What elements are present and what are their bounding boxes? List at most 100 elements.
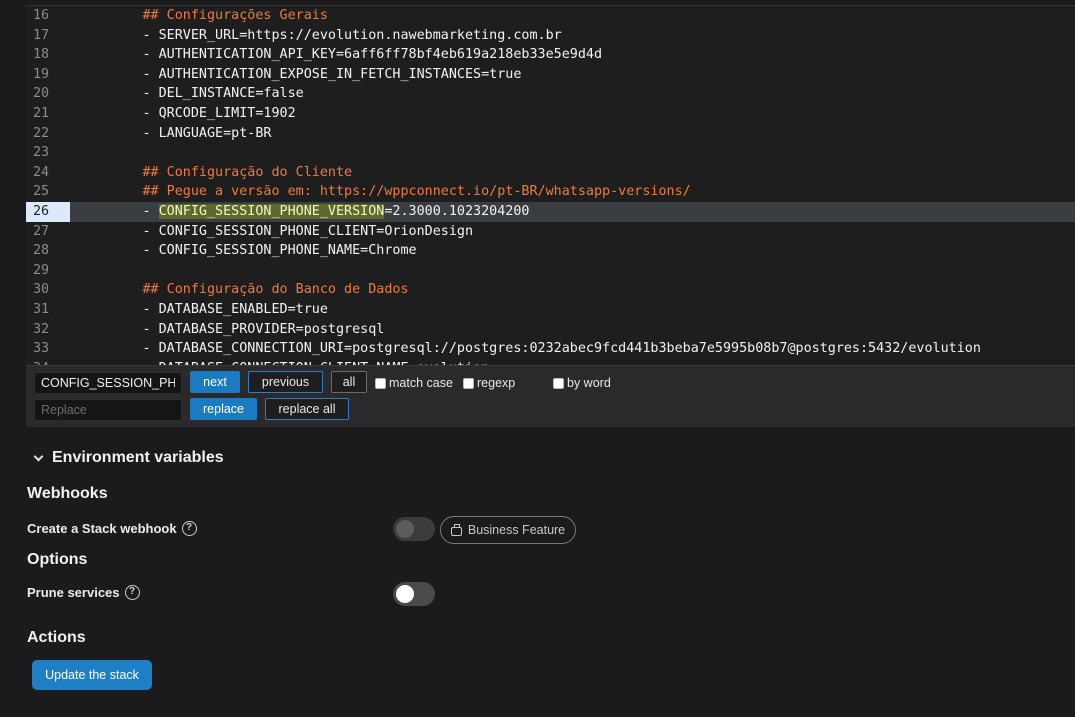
line-text-before-match: - LANGUAGE=pt-BR [78,125,272,141]
by-word-checkbox[interactable]: by word [553,376,611,390]
regexp-label: regexp [477,376,516,390]
code-line[interactable]: 18 - AUTHENTICATION_API_KEY=6aff6ff78bf4… [26,45,1075,65]
code-line[interactable]: 30 ## Configuração do Banco de Dados [26,280,1075,300]
line-text: - CONFIG_SESSION_PHONE_VERSION=2.3000.10… [78,202,529,222]
line-text-before-match: - AUTHENTICATION_API_KEY=6aff6ff78bf4eb6… [78,47,603,63]
chevron-down-icon [33,451,44,461]
question-mark-icon[interactable]: ? [181,521,197,536]
code-line[interactable]: 17 - SERVER_URL=https://evolution.nawebm… [26,26,1075,46]
regexp-checkbox[interactable]: regexp [463,376,515,390]
line-text: - AUTHENTICATION_EXPOSE_IN_FETCH_INSTANC… [78,65,521,85]
actions-heading: Actions [27,629,86,646]
match-case-box[interactable] [375,377,386,389]
line-number: 24 [33,164,50,180]
line-number: 30 [33,282,50,298]
line-text: ## Configuração do Cliente [78,163,352,183]
line-text-before-match: ## Configuração do Banco de Dados [78,282,409,298]
line-text: - SERVER_URL=https://evolution.nawebmark… [78,26,562,46]
line-number: 33 [33,341,50,357]
code-line[interactable]: 23 [26,143,1075,163]
prune-services-label: Prune services [27,585,120,600]
replace-button[interactable]: replace [190,398,257,420]
line-number: 16 [33,8,50,23]
environment-variables-toggle[interactable]: Environment variables [32,449,224,467]
business-feature-badge[interactable]: Business Feature [440,516,576,544]
update-stack-button[interactable]: Update the stack [32,660,152,690]
line-text-before-match: - DATABASE_CONNECTION_URI=postgresql://p… [78,341,981,357]
code-line[interactable]: 20 - DEL_INSTANCE=false [26,84,1075,104]
line-text-after-match: =2.3000.1023204200 [384,204,530,219]
find-input[interactable] [34,372,182,394]
prune-services-toggle[interactable] [393,582,435,606]
line-text: - DEL_INSTANCE=false [78,84,304,104]
line-text: ## Pegue a versão em: https://wppconnect… [78,182,691,202]
line-number: 20 [33,86,50,102]
code-editor[interactable]: 16 ## Configurações Gerais 17 - SERVER_UR… [26,5,1075,365]
line-number: 32 [33,321,50,337]
line-text: ## Configurações Gerais [78,6,328,26]
replace-input[interactable] [34,399,182,421]
code-line[interactable]: 28 - CONFIG_SESSION_PHONE_NAME=Chrome [26,241,1075,261]
code-line[interactable]: 29 [26,261,1075,281]
find-all-button[interactable]: all [331,371,367,393]
code-line[interactable]: 31 - DATABASE_ENABLED=true [26,300,1075,320]
line-number: 28 [33,243,50,259]
line-text: - DATABASE_PROVIDER=postgresql [78,320,384,340]
question-mark-icon[interactable]: ? [124,585,140,600]
line-number: 17 [33,27,50,43]
line-text: - LANGUAGE=pt-BR [78,124,271,144]
code-line[interactable]: 16 ## Configurações Gerais [26,6,1075,26]
line-text-before-match: ## Configurações Gerais [78,8,328,23]
line-text: - DATABASE_ENABLED=true [78,300,328,320]
line-text: ## Configuração do Banco de Dados [78,280,409,300]
toggle-knob [396,585,414,603]
create-webhook-label: Create a Stack webhook [27,521,177,536]
code-line[interactable]: 21 - QRCODE_LIMIT=1902 [26,104,1075,124]
by-word-label: by word [567,376,611,390]
create-webhook-toggle[interactable] [393,517,435,541]
line-number: 26 [26,202,70,222]
code-line[interactable]: 26 - CONFIG_SESSION_PHONE_VERSION=2.3000… [26,202,1075,222]
next-button[interactable]: next [190,371,240,393]
line-number: 23 [33,145,50,161]
search-replace-panel: next previous all match case regexp by w… [26,365,1075,427]
line-text: - CONFIG_SESSION_PHONE_NAME=Chrome [78,241,417,261]
code-line[interactable]: 24 ## Configuração do Cliente [26,163,1075,183]
webhooks-heading: Webhooks [27,485,108,502]
line-number: 19 [33,66,50,82]
code-line[interactable]: 33 - DATABASE_CONNECTION_URI=postgresql:… [26,339,1075,359]
code-line[interactable]: 19 - AUTHENTICATION_EXPOSE_IN_FETCH_INST… [26,65,1075,85]
line-text-before-match: - [78,204,159,219]
match-case-checkbox[interactable]: match case [375,376,453,390]
line-text: - DATABASE_CONNECTION_URI=postgresql://p… [78,339,981,359]
code-line[interactable]: 25 ## Pegue a versão em: https://wppconn… [26,182,1075,202]
code-line[interactable]: 27 - CONFIG_SESSION_PHONE_CLIENT=OrionDe… [26,222,1075,242]
by-word-box[interactable] [553,377,564,389]
regexp-box[interactable] [463,377,474,389]
line-number: 29 [33,262,50,278]
prune-services-setting: Prune services ? [27,585,140,600]
line-text-before-match: ## Configuração do Cliente [78,164,353,180]
line-text-before-match: - CONFIG_SESSION_PHONE_NAME=Chrome [78,243,417,259]
search-match-highlight: CONFIG_SESSION_PHONE_VERSION [158,204,385,219]
create-webhook-setting: Create a Stack webhook ? [27,521,197,536]
business-feature-label: Business Feature [467,523,566,537]
line-number: 22 [33,125,50,141]
line-text-before-match: - DEL_INSTANCE=false [78,86,304,102]
options-heading: Options [27,551,88,568]
line-number: 21 [33,106,50,121]
line-number: 31 [33,302,50,317]
line-text-before-match: - SERVER_URL=https://evolution.nawebmark… [78,27,562,43]
line-text-before-match: - QRCODE_LIMIT=1902 [78,106,296,121]
line-text-before-match: ## Pegue a versão em: https://wppconnect… [78,184,691,200]
line-text-before-match: - DATABASE_ENABLED=true [78,302,328,317]
replace-all-button[interactable]: replace all [265,398,349,420]
toggle-knob [396,520,414,538]
line-number: 25 [33,184,50,200]
previous-button[interactable]: previous [248,371,323,393]
code-line[interactable]: 32 - DATABASE_PROVIDER=postgresql [26,320,1075,340]
line-text-before-match: - CONFIG_SESSION_PHONE_CLIENT=OrionDesig… [78,223,474,239]
code-line[interactable]: 22 - LANGUAGE=pt-BR [26,124,1075,144]
line-text-before-match: - DATABASE_PROVIDER=postgresql [78,321,385,337]
line-number: 27 [33,223,50,239]
